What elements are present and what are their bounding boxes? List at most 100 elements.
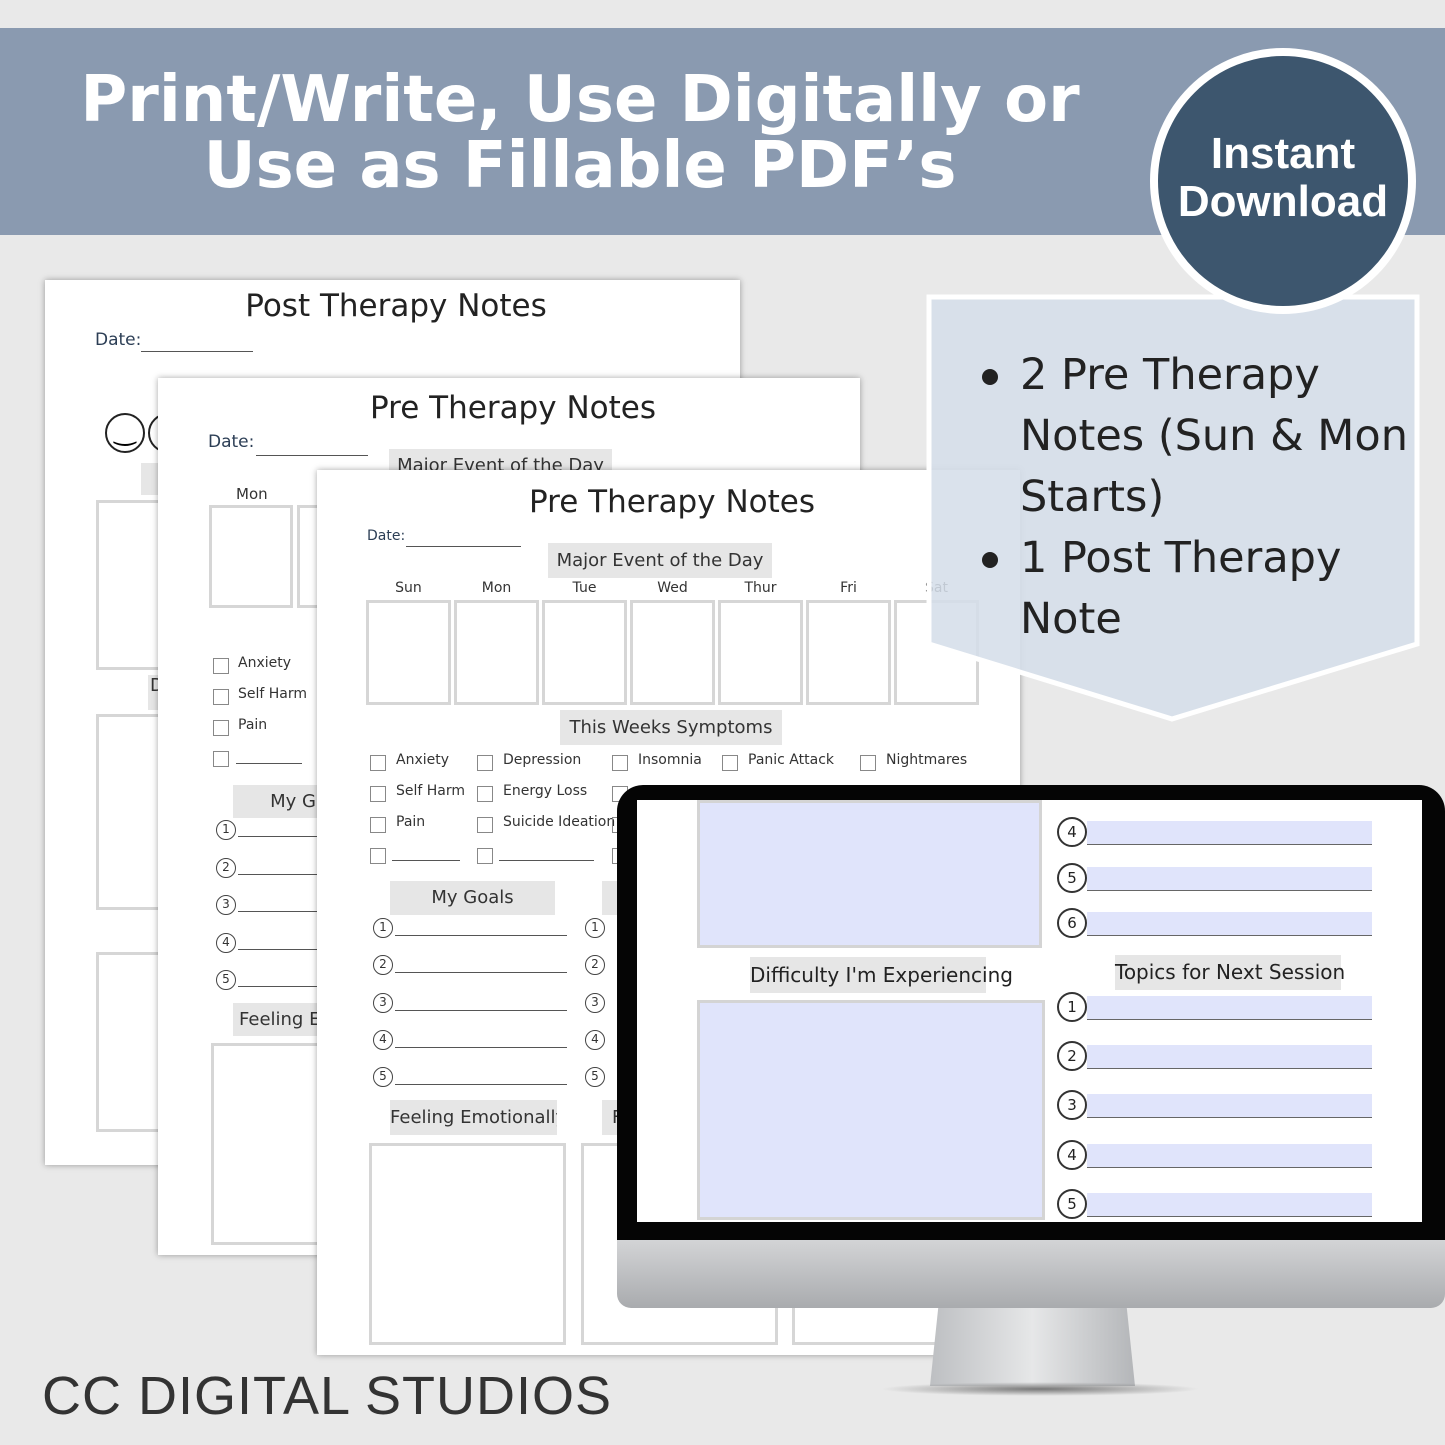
day-box[interactable] bbox=[209, 505, 293, 608]
checkbox[interactable] bbox=[370, 786, 386, 802]
feeling-box[interactable] bbox=[369, 1143, 566, 1345]
goal-line[interactable] bbox=[395, 935, 567, 936]
number-circle: 4 bbox=[216, 932, 236, 953]
checkbox[interactable] bbox=[477, 755, 493, 771]
symptom-label: Anxiety bbox=[396, 752, 450, 768]
topic-field[interactable] bbox=[1087, 996, 1372, 1020]
write-in-line[interactable] bbox=[499, 860, 594, 861]
number-circle: 1 bbox=[585, 918, 605, 938]
headline-line-1: Print/Write, Use Digitally or bbox=[80, 63, 1080, 137]
date-line bbox=[141, 351, 253, 352]
date-line bbox=[256, 455, 368, 456]
checkbox[interactable] bbox=[477, 786, 493, 802]
checkbox[interactable] bbox=[612, 755, 628, 771]
feeling-label: Feeling Emotionally bbox=[390, 1100, 557, 1135]
topic-field[interactable] bbox=[1087, 867, 1372, 891]
page-title: Post Therapy Notes bbox=[245, 288, 547, 324]
symptom-label: Energy Loss bbox=[503, 783, 588, 799]
day-label: Wed bbox=[657, 580, 688, 596]
text-field[interactable] bbox=[697, 800, 1042, 948]
number-circle: 2 bbox=[216, 857, 236, 878]
goal-line[interactable] bbox=[395, 1046, 567, 1048]
number-circle: 1 bbox=[1057, 992, 1087, 1022]
number-circle: 5 bbox=[373, 1067, 393, 1088]
goal-line[interactable] bbox=[395, 1009, 567, 1011]
day-label: Tue bbox=[572, 580, 597, 596]
symptom-label: Nightmares bbox=[886, 752, 968, 768]
symptom-label: Insomnia bbox=[638, 752, 702, 768]
day-label: Thur bbox=[744, 580, 777, 596]
goal-line[interactable] bbox=[238, 986, 328, 987]
number-circle: 2 bbox=[373, 955, 393, 976]
number-circle: 3 bbox=[216, 895, 236, 915]
write-in-line[interactable] bbox=[392, 860, 460, 861]
instant-download-badge: Instant Download bbox=[1150, 48, 1416, 314]
topic-field[interactable] bbox=[1087, 1144, 1372, 1168]
headline-line-2: Use as Fillable PDF’s bbox=[203, 129, 957, 203]
date-label: Date: bbox=[95, 330, 142, 350]
number-circle: 6 bbox=[1057, 908, 1087, 938]
number-circle: 4 bbox=[373, 1029, 393, 1050]
day-label: Mon bbox=[481, 580, 512, 596]
day-box[interactable] bbox=[806, 600, 891, 705]
topic-field[interactable] bbox=[1087, 1094, 1372, 1118]
goal-line[interactable] bbox=[238, 873, 328, 875]
checkbox[interactable] bbox=[213, 751, 229, 767]
checkbox[interactable] bbox=[860, 755, 876, 771]
checkbox[interactable] bbox=[722, 755, 738, 771]
topics-label: Topics for Next Session bbox=[1115, 955, 1345, 990]
number-circle: 4 bbox=[1057, 817, 1087, 847]
number-circle: 5 bbox=[1057, 863, 1087, 893]
write-in-line[interactable] bbox=[236, 763, 302, 764]
day-label: Mon bbox=[236, 485, 268, 503]
symptom-label: Suicide Ideation bbox=[503, 814, 616, 830]
number-circle: 3 bbox=[585, 992, 605, 1013]
checkbox[interactable] bbox=[213, 689, 229, 705]
topic-field[interactable] bbox=[1087, 821, 1372, 845]
symptom-label: Depression bbox=[503, 752, 582, 768]
symptom-label: Self Harm bbox=[238, 686, 308, 702]
checkbox[interactable] bbox=[213, 720, 229, 736]
feature-list: 2 Pre Therapy Notes (Sun & Mon Starts) 1… bbox=[980, 345, 1410, 650]
topic-field[interactable] bbox=[1087, 912, 1372, 936]
badge-line-2: Download bbox=[1177, 177, 1389, 226]
goal-line[interactable] bbox=[238, 836, 328, 837]
day-box[interactable] bbox=[542, 600, 627, 705]
stand-shadow bbox=[880, 1382, 1200, 1396]
symptom-label: Pain bbox=[396, 814, 426, 830]
goal-line[interactable] bbox=[395, 1084, 567, 1086]
badge-line-1: Instant bbox=[1210, 129, 1356, 178]
number-circle: 4 bbox=[585, 1029, 605, 1050]
topic-field[interactable] bbox=[1087, 1045, 1372, 1069]
checkbox[interactable] bbox=[370, 848, 386, 864]
symptom-label: Anxiety bbox=[238, 655, 292, 671]
checkbox[interactable] bbox=[370, 817, 386, 833]
day-box[interactable] bbox=[630, 600, 715, 705]
checkbox[interactable] bbox=[477, 817, 493, 833]
goal-line[interactable] bbox=[238, 948, 328, 950]
symptom-label: Panic Attack bbox=[748, 752, 834, 768]
date-label: Date: bbox=[367, 528, 406, 544]
goal-line[interactable] bbox=[238, 911, 328, 912]
page-title: Pre Therapy Notes bbox=[370, 390, 656, 426]
symptom-label: Pain bbox=[238, 717, 268, 733]
day-box[interactable] bbox=[366, 600, 451, 705]
day-label: Sun bbox=[395, 580, 422, 596]
difficulty-field[interactable] bbox=[697, 1000, 1045, 1220]
checkbox[interactable] bbox=[370, 755, 386, 771]
brand-name: CC DIGITAL STUDIOS bbox=[42, 1366, 613, 1426]
number-circle: 1 bbox=[216, 820, 236, 840]
monitor-screen: Difficulty I'm Experiencing Topics for N… bbox=[637, 800, 1422, 1222]
checkbox[interactable] bbox=[213, 658, 229, 674]
number-circle: 2 bbox=[585, 955, 605, 976]
monitor-stand bbox=[930, 1308, 1135, 1386]
topic-field[interactable] bbox=[1087, 1193, 1372, 1217]
number-circle: 4 bbox=[1057, 1140, 1087, 1170]
number-circle: 5 bbox=[1057, 1189, 1087, 1219]
checkbox[interactable] bbox=[477, 848, 493, 864]
day-box[interactable] bbox=[454, 600, 539, 705]
number-circle: 2 bbox=[1057, 1041, 1087, 1071]
goal-line[interactable] bbox=[395, 972, 567, 974]
day-box[interactable] bbox=[718, 600, 803, 705]
major-event-label: Major Event of the Day bbox=[548, 543, 772, 578]
